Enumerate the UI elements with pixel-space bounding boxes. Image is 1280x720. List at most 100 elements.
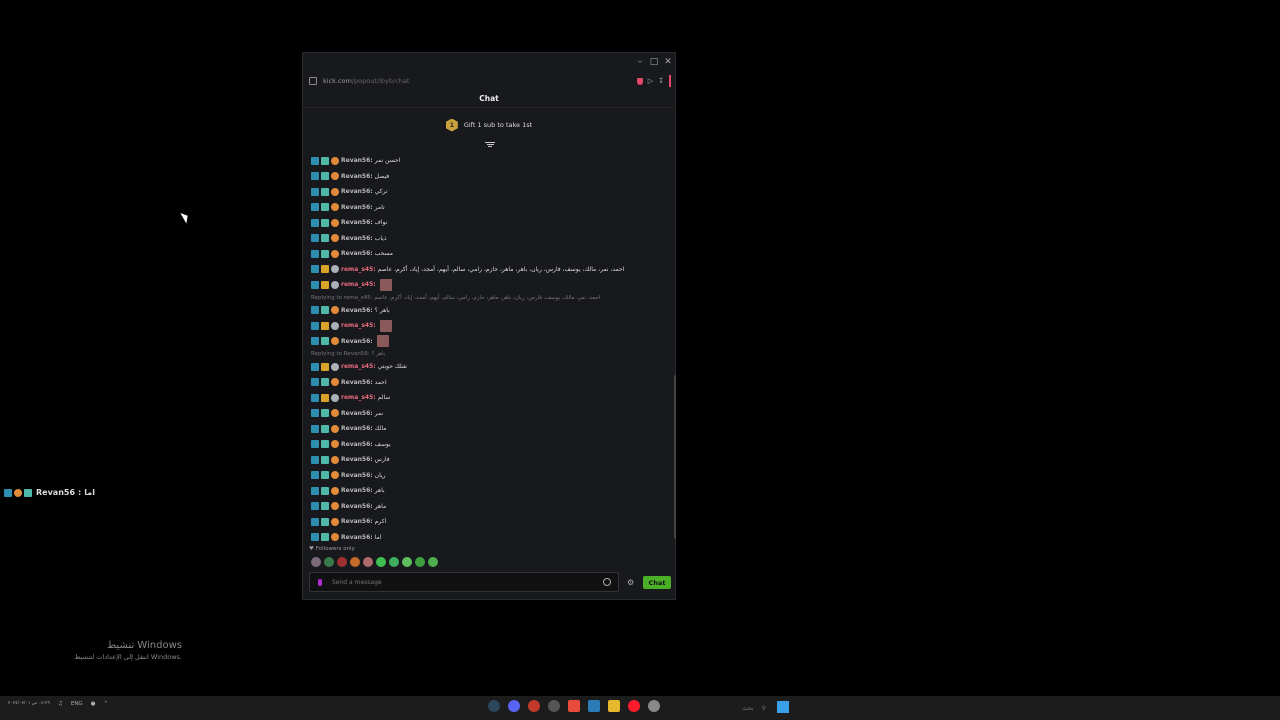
message-input[interactable] [330,577,603,587]
chat-username[interactable]: rema_s45: [341,266,376,273]
chat-message-list[interactable]: Revan56: احسن نمر Revan56: فيصل Revan56: تركي… [311,153,673,543]
chat-username[interactable]: Revan56: [341,487,373,494]
chat-username[interactable]: rema_s45: [341,322,376,329]
settings-gear-icon[interactable]: ⚙ [627,578,634,587]
chat-message[interactable]: Revan56: فارس [311,452,673,468]
chat-message[interactable]: Revan56: ذياب [311,231,673,247]
chat-message[interactable]: rema_s45: [311,318,673,334]
chat-message[interactable]: Revan56: نمر [311,406,673,422]
chat-username[interactable]: Revan56: [341,379,373,386]
badge-icon [311,362,319,371]
chat-message[interactable]: Revan56: اما [311,530,673,544]
chat-username[interactable]: Revan56: [341,235,373,242]
search-box[interactable]: بحث ⚲ [666,701,770,715]
chat-message[interactable]: Revan56: ريان [311,468,673,484]
emote-icon[interactable] [428,557,438,567]
chat-username[interactable]: rema_s45: [341,281,376,288]
mouse-cursor-icon [180,210,191,224]
rank-badge-icon: 1 [445,118,458,132]
emote-icon[interactable] [350,557,360,567]
chevron-up-icon[interactable]: ⌃ [103,701,108,707]
overlay-sep: : [78,488,82,497]
chat-message[interactable]: Revan56: مالك [311,421,673,437]
url-bar[interactable]: kick.com/popout/ibyb/chat ▷ ↧ [303,71,675,91]
gift-banner[interactable]: 1 Gift 1 sub to take 1st [303,115,675,135]
chat-username[interactable]: Revan56: [341,204,373,211]
emote-icon[interactable] [402,557,412,567]
chat-username[interactable]: Revan56: [341,425,373,432]
chat-message-text: سالم [377,394,391,402]
chat-username[interactable]: Revan56: [341,338,373,345]
chat-username[interactable]: rema_s45: [341,394,376,401]
chat-username[interactable]: Revan56: [341,188,373,195]
chat-username[interactable]: Revan56: [341,157,373,164]
chat-username[interactable]: Revan56: [341,518,373,525]
settings-app-icon[interactable] [548,700,560,712]
chat-username[interactable]: Revan56: [341,173,373,180]
shield-badge-icon [331,486,339,495]
opera-app-icon[interactable] [628,700,640,712]
chat-message[interactable]: Revan56: باهر [311,483,673,499]
emote-icon[interactable] [415,557,425,567]
chat-message[interactable]: Revan56: يوسف [311,437,673,453]
close-icon[interactable]: ✕ [661,53,675,71]
chat-message[interactable]: Revan56: فيصل [311,169,673,185]
emote-icon[interactable] [337,557,347,567]
sub-badge-icon [321,234,329,243]
play-icon[interactable]: ▷ [648,77,653,85]
emote-icon[interactable] [363,557,373,567]
chat-username[interactable]: Revan56: [341,219,373,226]
message-input-box[interactable] [309,572,619,592]
emote-icon[interactable] [311,557,321,567]
scrollbar[interactable] [674,375,676,539]
folder-app-icon[interactable] [608,700,620,712]
chat-message[interactable]: Revan56: [311,334,673,350]
emote-icon[interactable] [376,557,386,567]
filter-icon[interactable] [485,141,495,149]
chat-message[interactable]: rema_s45: شلك حوبتي [311,359,673,375]
chat-username[interactable]: Revan56: [341,456,373,463]
discord-app-icon[interactable] [508,700,520,712]
maximize-icon[interactable]: □ [647,53,661,71]
chat-username[interactable]: rema_s45: [341,363,376,370]
minimize-icon[interactable]: – [633,53,647,71]
chat-message[interactable]: Revan56: مسحب [311,246,673,262]
chat-username[interactable]: Revan56: [341,534,373,541]
chat-message[interactable]: rema_s45: [311,277,673,293]
chat-message[interactable]: Revan56: تامر [311,200,673,216]
app-icon[interactable] [528,700,540,712]
chat-message[interactable]: rema_s45: سالم [311,390,673,406]
chat-username[interactable]: Revan56: [341,441,373,448]
microphone-icon[interactable] [318,578,322,586]
chat-message[interactable]: Revan56: باهر ؟ [311,303,673,319]
chat-message[interactable]: Revan56: نواف [311,215,673,231]
emoji-icon[interactable] [603,578,611,586]
chat-message[interactable]: Revan56: اكرم [311,514,673,530]
chat-username[interactable]: Revan56: [341,410,373,417]
emote-icon[interactable] [389,557,399,567]
app-icon[interactable] [648,700,660,712]
app-icon[interactable] [588,700,600,712]
chat-message[interactable]: Revan56: تركي [311,184,673,200]
download-icon[interactable]: ↧ [658,77,664,85]
chat-username[interactable]: Revan56: [341,250,373,257]
lang-indicator[interactable]: ENG [71,701,83,707]
chat-message[interactable]: Revan56: ماهر [311,499,673,515]
steam-app-icon[interactable] [488,700,500,712]
chat-username[interactable]: Revan56: [341,503,373,510]
chat-username[interactable]: Revan56: [341,472,373,479]
clock[interactable]: ٠٤:٢٩ ص ٢٠٢٤/٠٧/٠١ [8,701,50,707]
chat-send-button[interactable]: Chat [643,576,671,589]
shield-badge-icon [331,234,339,243]
chat-username[interactable]: Revan56: [341,307,373,314]
windows-start-icon[interactable] [777,701,789,713]
mic-icon[interactable]: ● [91,701,96,707]
badge-icon [311,337,319,346]
chat-message[interactable]: Revan56: احسن نمر [311,153,673,169]
volume-icon[interactable]: ♫ [58,701,63,707]
chat-message[interactable]: Revan56: احمد [311,375,673,391]
chat-message[interactable]: rema_s45: احمد، نمر، مالك، يوسف، فارس، ري… [311,262,673,278]
app-icon[interactable] [568,700,580,712]
shield-icon[interactable] [636,77,643,85]
emote-icon[interactable] [324,557,334,567]
